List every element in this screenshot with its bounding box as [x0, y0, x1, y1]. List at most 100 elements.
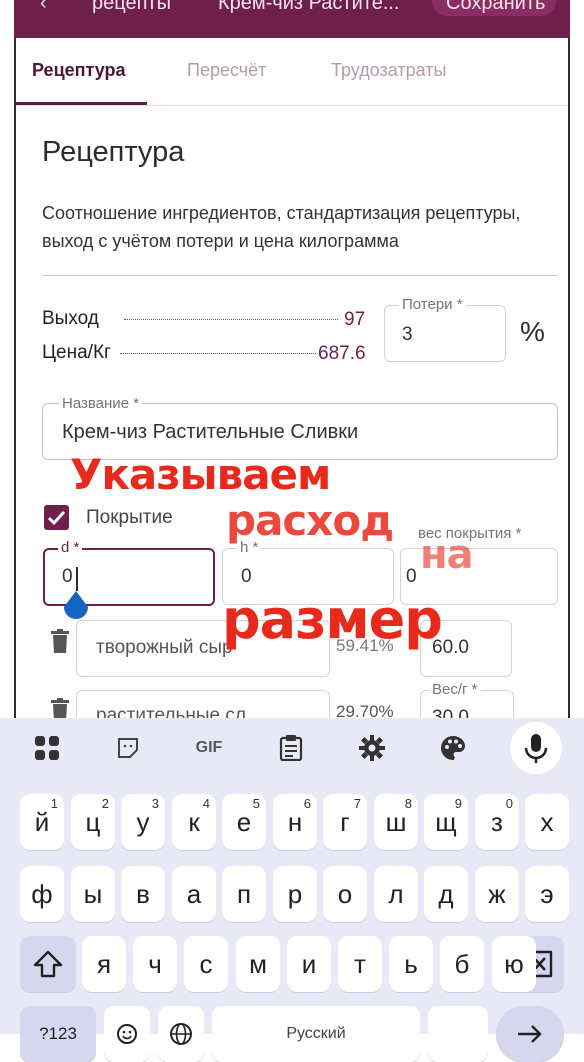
key-и[interactable]: и [287, 936, 331, 992]
coating-checkbox[interactable] [44, 505, 69, 530]
apps-grid-icon[interactable] [29, 730, 65, 766]
key-label: п [236, 878, 252, 909]
period-key[interactable] [428, 1006, 488, 1062]
section-title: Рецептура [42, 136, 185, 168]
key-а[interactable]: а [172, 866, 216, 922]
key-в[interactable]: в [121, 866, 165, 922]
key-ж[interactable]: ж [475, 866, 519, 922]
key-label: з [491, 806, 503, 837]
key-ю[interactable]: ю [492, 936, 536, 992]
palette-icon[interactable] [435, 730, 471, 766]
percent-unit: % [520, 316, 545, 347]
key-э[interactable]: э [525, 866, 569, 922]
device-frame-right [568, 38, 570, 728]
losses-value[interactable]: 3 [402, 324, 413, 346]
price-label: Цена/Кг [42, 342, 111, 363]
key-label: ч [148, 948, 162, 979]
key-hint: 7 [353, 796, 361, 811]
key-я[interactable]: я [82, 936, 126, 992]
key-г[interactable]: г7 [323, 794, 367, 850]
yield-value: 97 [344, 309, 366, 330]
shift-key[interactable] [20, 936, 76, 992]
delete-icon[interactable] [50, 629, 70, 653]
key-hint: 3 [151, 796, 159, 811]
key-hint: 5 [252, 796, 260, 811]
emoji-key[interactable] [104, 1006, 150, 1062]
device-frame-left [14, 38, 16, 728]
key-label: э [540, 878, 554, 909]
check-icon [47, 510, 66, 526]
back-label[interactable]: рецепты [92, 0, 171, 15]
ingredient-name[interactable]: творожный сыр [96, 637, 233, 659]
divider [42, 275, 558, 276]
clipboard-icon[interactable] [273, 730, 309, 766]
diameter-value[interactable]: 0 [62, 566, 73, 588]
language-key[interactable] [158, 1006, 204, 1062]
app-bar-title: Крем-чиз Растите... [218, 0, 400, 14]
key-б[interactable]: б [440, 936, 484, 992]
tab-divider [16, 105, 568, 106]
numbers-key[interactable]: ?123 [20, 1006, 96, 1062]
key-hint: 1 [50, 796, 58, 811]
key-м[interactable]: м [236, 936, 280, 992]
key-т[interactable]: т [338, 936, 382, 992]
key-ь[interactable]: ь [389, 936, 433, 992]
key-д[interactable]: д [424, 866, 468, 922]
key-hint: 0 [505, 796, 513, 811]
key-ч[interactable]: ч [133, 936, 177, 992]
tab-labor[interactable]: Трудозатраты [331, 60, 446, 81]
key-hint: 8 [404, 796, 412, 811]
key-е[interactable]: е5 [222, 794, 266, 850]
key-р[interactable]: р [273, 866, 317, 922]
cursor-handle-icon[interactable] [62, 591, 90, 621]
key-н[interactable]: н6 [273, 794, 317, 850]
coating-weight-value[interactable]: 0 [406, 566, 417, 588]
tab-recalculation[interactable]: Пересчёт [187, 60, 266, 81]
tab-recipe[interactable]: Рецептура [32, 60, 126, 81]
price-value: 687.6 [318, 343, 366, 364]
losses-label: Потери * [399, 296, 466, 313]
gif-button[interactable]: GIF [191, 730, 227, 766]
save-button-label[interactable]: Сохранить [446, 0, 545, 15]
key-label: я [96, 948, 112, 979]
space-key[interactable]: Русский [212, 1006, 420, 1062]
key-label: т [354, 948, 366, 979]
arrow-right-icon [518, 1025, 542, 1043]
enter-key[interactable] [496, 1006, 564, 1062]
microphone-icon [524, 734, 548, 763]
key-ф[interactable]: ф [20, 866, 64, 922]
key-з[interactable]: з0 [475, 794, 519, 850]
key-ш[interactable]: ш8 [374, 794, 418, 850]
yield-label: Выход [42, 308, 99, 329]
key-у[interactable]: у3 [121, 794, 165, 850]
section-description: Соотношение ингредиентов, стандартизация… [42, 203, 521, 251]
key-й[interactable]: й1 [20, 794, 64, 850]
name-value[interactable]: Крем-чиз Растительные Сливки [62, 421, 358, 444]
key-п[interactable]: п [222, 866, 266, 922]
sticker-shape [118, 738, 138, 758]
key-щ[interactable]: щ9 [424, 794, 468, 850]
key-label: о [337, 878, 353, 909]
settings-gear-icon[interactable] [354, 730, 390, 766]
key-label: е [236, 806, 252, 837]
overlay-caption-line3: на [420, 532, 474, 578]
key-с[interactable]: с [184, 936, 228, 992]
height-value[interactable]: 0 [241, 566, 252, 588]
name-label: Название * [59, 395, 143, 412]
key-label: щ [435, 806, 457, 837]
key-ц[interactable]: ц2 [71, 794, 115, 850]
key-label: ф [31, 878, 53, 909]
microphone-button[interactable] [510, 722, 562, 774]
key-о[interactable]: о [323, 866, 367, 922]
sticker-icon[interactable] [110, 730, 146, 766]
back-arrow-icon[interactable]: ‹ [40, 0, 47, 15]
overlay-caption-line2: расход [226, 496, 394, 545]
key-х[interactable]: х [525, 794, 569, 850]
key-label: л [388, 878, 404, 909]
key-label: р [287, 878, 303, 909]
key-л[interactable]: л [374, 866, 418, 922]
key-к[interactable]: к4 [172, 794, 216, 850]
trash-shape [51, 629, 69, 653]
key-label: б [454, 948, 470, 979]
key-ы[interactable]: ы [71, 866, 115, 922]
